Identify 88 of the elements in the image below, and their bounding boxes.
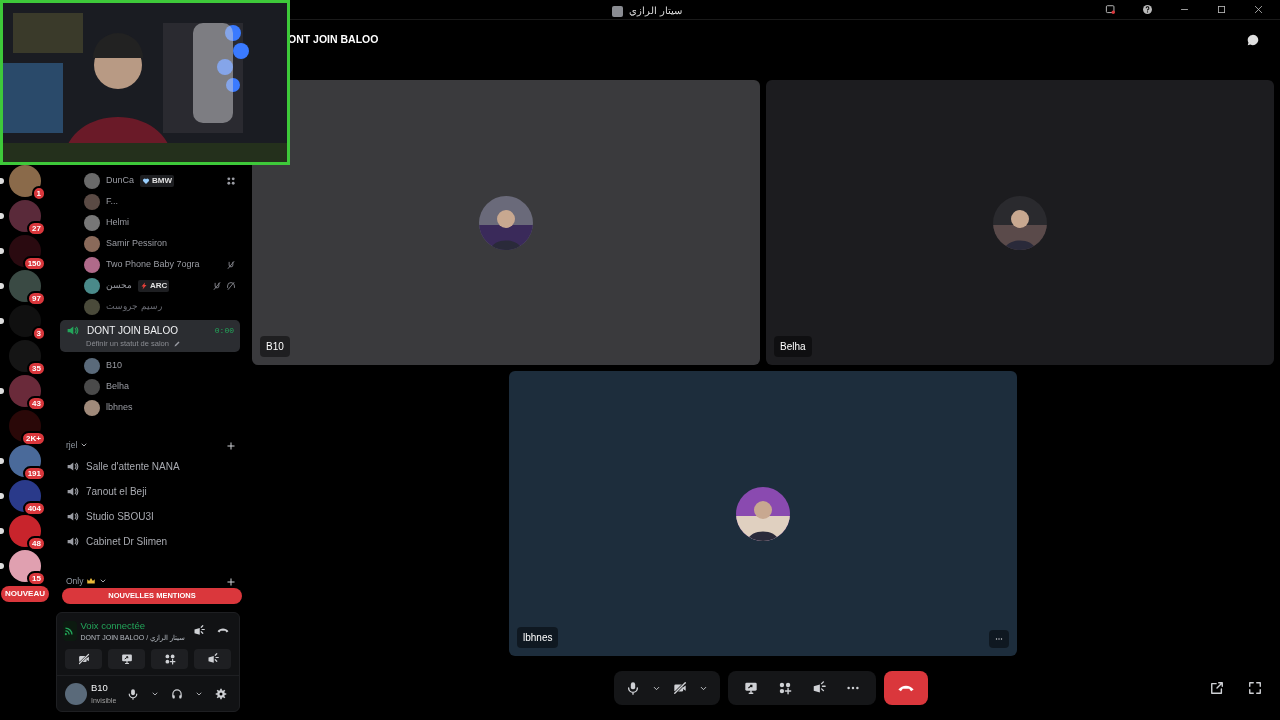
plus-icon: [226, 576, 236, 587]
notification-badge: 191: [22, 466, 46, 481]
member-name[interactable]: Helmi: [106, 215, 129, 230]
speaker-icon: [66, 485, 79, 499]
connection-status[interactable]: Voix connectée: [80, 618, 185, 633]
member-name[interactable]: F...: [106, 194, 118, 209]
member-name[interactable]: رسيم جروست: [106, 299, 162, 314]
channel-name[interactable]: Studio SBOU3I: [86, 509, 154, 525]
member-tag: ARC: [138, 279, 170, 292]
soundboard-button[interactable]: [194, 649, 231, 670]
fullscreen-icon: [1248, 681, 1262, 695]
inbox-icon: [1105, 4, 1116, 15]
notification-badge: 1: [31, 186, 46, 201]
notification-badge: 35: [27, 361, 46, 376]
member-name[interactable]: DunCa: [106, 173, 134, 188]
window-title: سيتار الرازي: [629, 4, 682, 18]
screen-share-button[interactable]: [108, 649, 145, 670]
new-badge: NOUVEAU: [1, 586, 49, 602]
member-name[interactable]: Two Phone Baby 7ogra: [106, 257, 200, 272]
camera-button[interactable]: [65, 649, 102, 670]
maximize-icon: [1216, 4, 1227, 15]
plus-icon: [226, 440, 236, 451]
user-avatar: [84, 378, 100, 395]
member-name[interactable]: محسن: [106, 278, 132, 293]
user-avatar: [84, 256, 100, 273]
notification-badge: 150: [22, 256, 46, 271]
channel-name[interactable]: Salle d'attente NANA: [86, 459, 180, 475]
disconnect-button[interactable]: [884, 671, 928, 705]
member-name[interactable]: Samir Pessiron: [106, 236, 168, 251]
video-tile[interactable]: Belha: [766, 80, 1274, 365]
notification-badge: 2K+: [21, 431, 46, 446]
participant-name: B10: [260, 336, 290, 357]
help-icon: [1142, 4, 1153, 15]
settings-icon: [215, 687, 227, 700]
notification-badge: 48: [27, 536, 46, 551]
activities-icon: [778, 681, 792, 695]
speaker-icon: [66, 324, 79, 337]
app-icon: [612, 5, 623, 17]
screen-share-icon: [744, 681, 758, 695]
screen-share-icon: [120, 653, 133, 666]
user-avatar: [84, 298, 100, 315]
chat-icon: [1246, 33, 1260, 47]
microphone-icon: [626, 681, 640, 695]
user-avatar: [84, 357, 100, 374]
category-name[interactable]: rjel: [66, 438, 78, 452]
participant-name: lbhnes: [517, 627, 559, 648]
video-tile[interactable]: B10: [252, 80, 760, 365]
notification-badge: 97: [27, 291, 46, 306]
user-avatar: [65, 682, 87, 705]
camera-off-icon: [673, 681, 687, 695]
phone-icon: [898, 684, 914, 692]
video-tile[interactable]: lbhnes: [509, 371, 1017, 656]
user-name: B10: [91, 681, 109, 696]
camera-off-icon: [77, 653, 90, 666]
popout-icon: [1210, 681, 1224, 695]
speaker-icon: [66, 535, 79, 549]
user-avatar: [84, 399, 100, 416]
user-avatar: [84, 214, 100, 231]
notification-badge: 15: [27, 571, 46, 586]
notification-badge: 43: [27, 396, 46, 411]
call-timer: 0:00: [214, 324, 234, 337]
category-name[interactable]: Only: [66, 574, 84, 588]
soundboard-icon: [812, 681, 826, 695]
headphones-icon: [171, 687, 183, 700]
activities-button[interactable]: [151, 649, 188, 670]
close-icon: [1253, 4, 1264, 15]
user-avatar: [84, 277, 100, 294]
channel-name[interactable]: 7anout el Beji: [86, 484, 147, 500]
soundboard-icon: [193, 624, 205, 637]
member-name[interactable]: lbhnes: [106, 401, 133, 415]
notification-badge: 404: [22, 501, 46, 516]
participant-name: Belha: [774, 336, 812, 357]
member-name[interactable]: B10: [106, 359, 122, 373]
channel-name[interactable]: Cabinet Dr Slimen: [86, 534, 168, 550]
speaker-icon: [66, 460, 79, 474]
phone-icon: [217, 628, 229, 634]
member-name[interactable]: Belha: [106, 380, 130, 394]
notification-badge: 27: [27, 221, 46, 236]
member-tag: BMW: [140, 174, 174, 187]
user-avatar: [84, 193, 100, 210]
pencil-icon: [172, 339, 181, 348]
user-avatar: [84, 235, 100, 252]
microphone-icon: [127, 687, 139, 700]
soundboard-icon: [206, 653, 219, 666]
speaker-icon: [66, 510, 79, 524]
user-avatar: [84, 172, 100, 189]
activities-icon: [163, 653, 176, 666]
notification-badge: 3: [31, 326, 46, 341]
